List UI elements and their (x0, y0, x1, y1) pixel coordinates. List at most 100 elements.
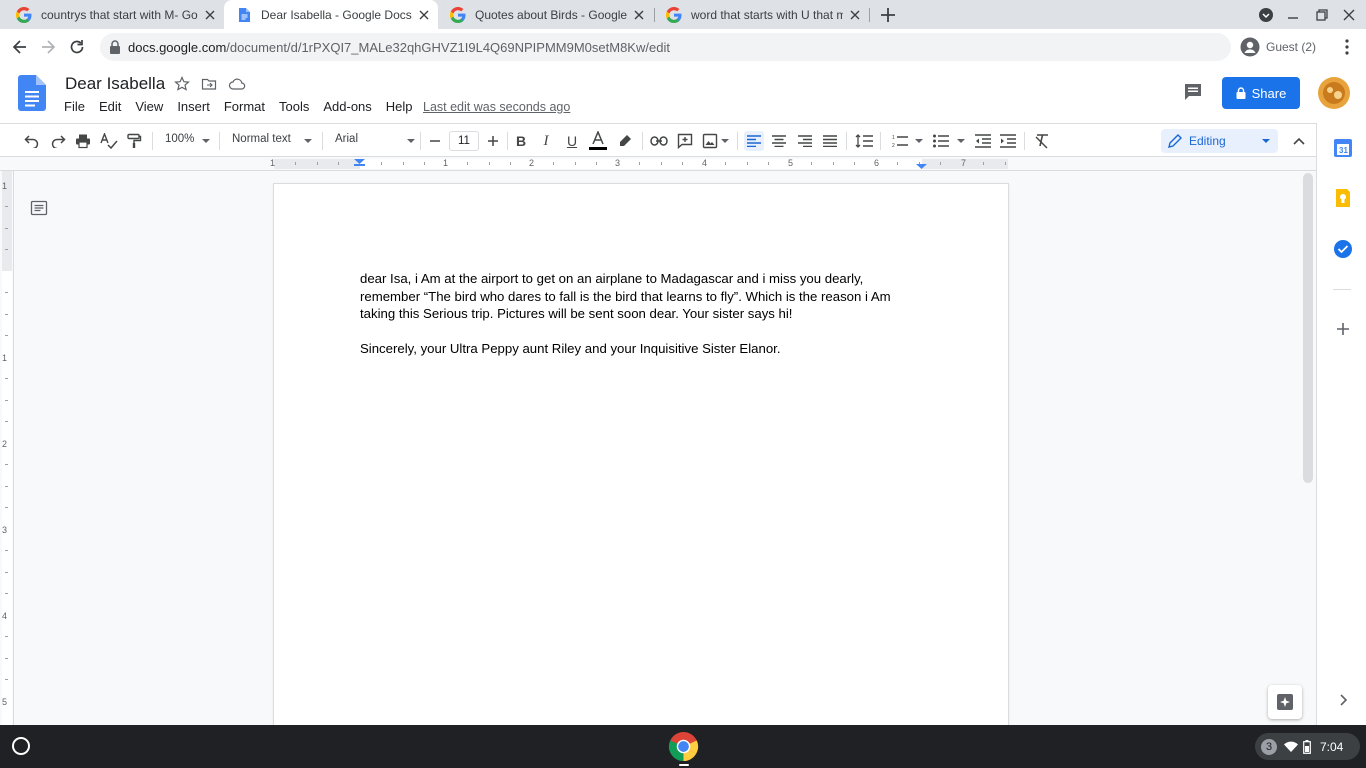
close-tab-icon[interactable] (416, 7, 432, 23)
document-canvas: 1 1 2 3 4 5 6 7 1 1 2 3 4 5 dear Isa, i … (0, 157, 1316, 744)
launcher-icon[interactable] (10, 735, 32, 757)
document-outline-icon[interactable] (30, 199, 48, 217)
account-avatar[interactable] (1318, 77, 1350, 109)
menu-addons[interactable]: Add-ons (316, 99, 378, 114)
profile-button[interactable]: Guest (2) (1240, 33, 1330, 61)
menu-format[interactable]: Format (217, 99, 272, 114)
font-size-input[interactable]: 11 (449, 131, 479, 151)
insert-image-icon[interactable] (700, 131, 720, 151)
forward-arrow-icon[interactable] (38, 37, 58, 57)
battery-icon (1303, 739, 1311, 754)
menu-insert[interactable]: Insert (170, 99, 217, 114)
cloud-saved-icon[interactable] (228, 76, 246, 92)
bold-icon[interactable]: B (511, 131, 531, 151)
zoom-select[interactable]: 100% (165, 133, 194, 145)
add-comment-icon[interactable] (675, 131, 695, 151)
text-color-icon[interactable] (588, 131, 608, 151)
minimize-icon[interactable] (1285, 7, 1301, 23)
move-folder-icon[interactable] (201, 76, 217, 92)
paint-format-icon[interactable] (124, 131, 144, 151)
decrease-indent-icon[interactable] (973, 131, 993, 151)
style-select[interactable]: Normal text (232, 133, 291, 145)
increase-font-size-icon[interactable] (483, 131, 503, 151)
line-spacing-icon[interactable] (854, 131, 874, 151)
body-paragraph-2[interactable]: Sincerely, your Ultra Peppy aunt Riley a… (360, 340, 905, 358)
increase-indent-icon[interactable] (998, 131, 1018, 151)
last-edit-link[interactable]: Last edit was seconds ago (423, 100, 570, 114)
print-icon[interactable] (73, 131, 93, 151)
tasks-icon[interactable] (1333, 239, 1353, 259)
align-justify-icon[interactable] (820, 131, 840, 151)
reload-icon[interactable] (67, 37, 87, 57)
toolbar-divider (737, 132, 738, 150)
chevron-down-icon (1262, 139, 1270, 143)
ruler-number: 1 (270, 158, 276, 168)
share-button[interactable]: Share (1222, 77, 1300, 109)
chevron-down-icon (304, 139, 312, 143)
vertical-scrollbar[interactable] (1303, 173, 1313, 483)
document-title[interactable]: Dear Isabella (65, 74, 165, 94)
close-tab-icon[interactable] (202, 7, 218, 23)
redo-icon[interactable] (48, 131, 68, 151)
ruler-number: 3 (615, 158, 621, 168)
align-center-icon[interactable] (769, 131, 789, 151)
browser-tab-2[interactable]: Dear Isabella - Google Docs (224, 0, 438, 29)
chevron-down-icon (957, 139, 965, 143)
url-text: docs.google.com/document/d/1rPXQI7_MALe3… (128, 40, 670, 55)
italic-icon[interactable]: I (536, 131, 556, 151)
browser-tab-1[interactable]: countrys that start with M- Goo (4, 0, 224, 29)
keep-icon[interactable] (1333, 188, 1353, 208)
get-addons-icon[interactable] (1333, 319, 1353, 339)
menu-view[interactable]: View (128, 99, 170, 114)
new-tab-icon[interactable] (878, 5, 898, 25)
calendar-icon[interactable]: 31 (1333, 138, 1353, 158)
body-paragraph-1[interactable]: dear Isa, i Am at the airport to get on … (360, 270, 905, 323)
toolbar-divider (846, 132, 847, 150)
underline-icon[interactable]: U (562, 131, 582, 151)
bulleted-list-icon[interactable] (931, 131, 951, 151)
font-select[interactable]: Arial (335, 133, 358, 145)
ruler-number: 1 (2, 353, 8, 363)
menu-file[interactable]: File (57, 99, 92, 114)
address-bar[interactable]: docs.google.com/document/d/1rPXQI7_MALe3… (100, 33, 1231, 61)
align-left-icon[interactable] (744, 131, 764, 151)
tab-title: Dear Isabella - Google Docs (261, 7, 412, 22)
spellcheck-icon[interactable] (99, 131, 119, 151)
menu-edit[interactable]: Edit (92, 99, 128, 114)
google-icon (450, 6, 466, 23)
menu-help[interactable]: Help (379, 99, 420, 114)
ruler-number: 2 (2, 439, 8, 449)
ruler-number: 1 (443, 158, 449, 168)
highlight-icon[interactable] (615, 131, 635, 151)
status-tray[interactable]: 3 7:04 (1255, 733, 1360, 760)
lock-icon (1236, 87, 1246, 99)
insert-link-icon[interactable] (649, 131, 669, 151)
close-tab-icon[interactable] (847, 7, 863, 23)
close-window-icon[interactable] (1341, 7, 1357, 23)
tab-search-icon[interactable] (1258, 7, 1274, 23)
restore-icon[interactable] (1314, 7, 1330, 23)
decrease-font-size-icon[interactable] (425, 131, 445, 151)
numbered-list-icon[interactable]: 12 (890, 131, 910, 151)
close-tab-icon[interactable] (631, 7, 647, 23)
star-icon[interactable] (174, 76, 190, 92)
editing-mode-select[interactable]: Editing (1161, 129, 1278, 153)
docs-logo-icon[interactable] (18, 75, 46, 111)
undo-icon[interactable] (22, 131, 42, 151)
ruler-number: 2 (529, 158, 535, 168)
comment-history-icon[interactable] (1182, 81, 1204, 103)
chrome-icon[interactable] (668, 731, 699, 762)
back-arrow-icon[interactable] (10, 37, 30, 57)
browser-tab-4[interactable]: word that starts with U that mea (654, 0, 869, 29)
expand-side-panel-icon[interactable] (1333, 690, 1353, 710)
explore-button[interactable] (1268, 685, 1302, 719)
menu-tools[interactable]: Tools (272, 99, 316, 114)
align-right-icon[interactable] (795, 131, 815, 151)
browser-tab-3[interactable]: Quotes about Birds - Google Sea (438, 0, 653, 29)
kebab-menu-icon[interactable] (1337, 37, 1357, 57)
clock-time: 7:04 (1320, 739, 1344, 754)
document-page[interactable]: dear Isa, i Am at the airport to get on … (274, 184, 1008, 744)
toolbar-divider (420, 132, 421, 150)
collapse-toolbar-icon[interactable] (1289, 131, 1309, 151)
clear-formatting-icon[interactable] (1032, 131, 1052, 151)
